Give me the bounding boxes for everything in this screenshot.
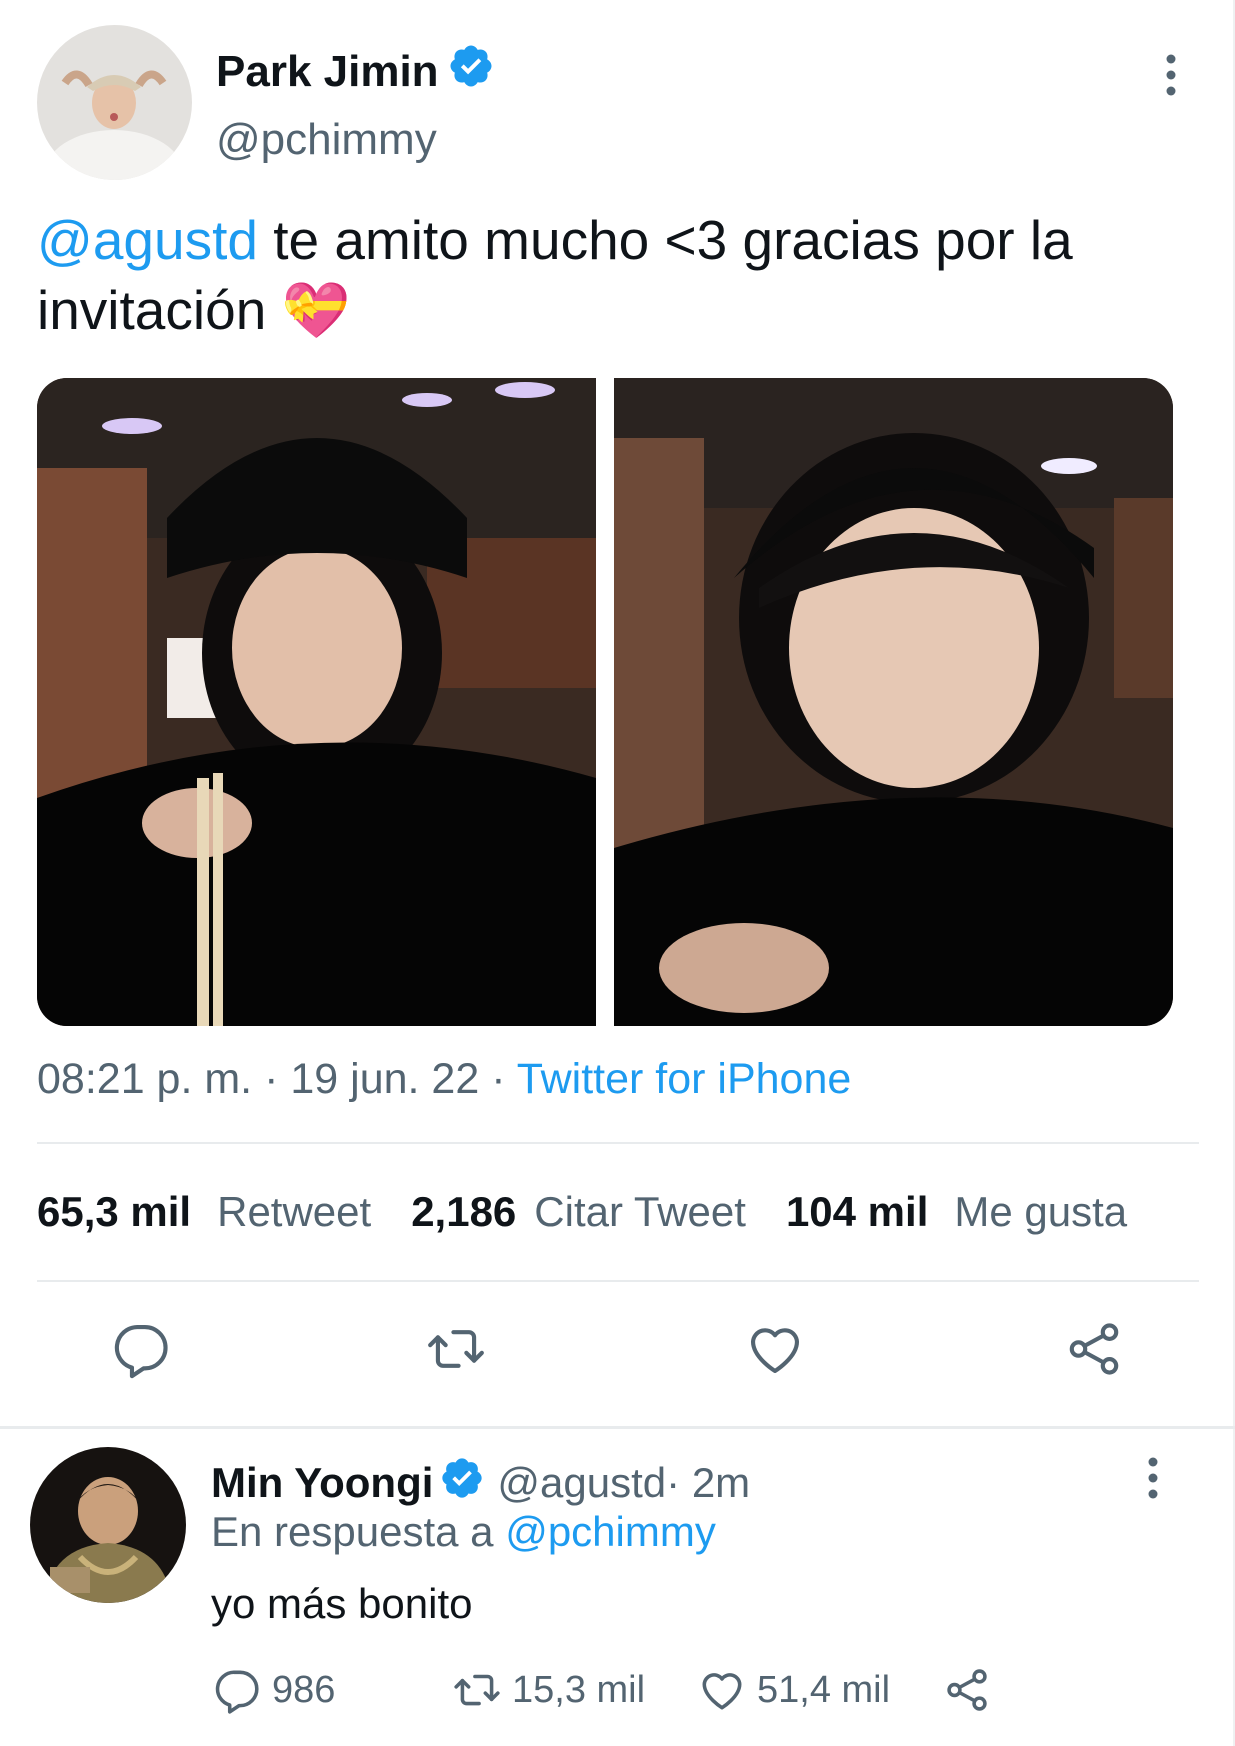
share-icon[interactable] <box>1063 1318 1125 1380</box>
reply-author-avatar[interactable] <box>30 1447 186 1603</box>
author-name-row[interactable]: Park Jimin <box>216 42 495 101</box>
in-reply-to-handle[interactable]: @pchimmy <box>505 1508 716 1555</box>
reply-retweet-button[interactable]: 15,3 mil <box>452 1665 645 1715</box>
tweet-stats: 65,3 mil Retweet 2,186 Citar Tweet 104 m… <box>37 1188 1127 1236</box>
retweet-icon <box>454 1674 500 1706</box>
in-reply-to-prefix: En respuesta a <box>211 1508 506 1555</box>
reply-action-bar: 986 15,3 mil 51,4 mil <box>0 1665 1235 1725</box>
share-icon <box>947 1669 987 1711</box>
in-reply-to: En respuesta a @pchimmy <box>211 1508 716 1556</box>
author-handle[interactable]: @pchimmy <box>216 115 437 165</box>
reply-share-button[interactable] <box>942 1665 1002 1715</box>
reply-like-button[interactable]: 51,4 mil <box>697 1665 890 1715</box>
quotes-count: 2,186 <box>411 1188 517 1235</box>
tweet-source-link[interactable]: Twitter for iPhone <box>517 1055 852 1103</box>
reply-author-name[interactable]: Min Yoongi <box>211 1459 433 1507</box>
meta-separator: · <box>252 1055 291 1103</box>
likes-label: Me gusta <box>954 1188 1128 1235</box>
reply-retweets-count: 15,3 mil <box>512 1668 646 1711</box>
heart-ribbon-emoji: 💝 <box>281 279 351 341</box>
reply-replies-count: 986 <box>272 1668 336 1711</box>
section-divider <box>0 1426 1235 1429</box>
retweets-label: Retweet <box>217 1188 372 1235</box>
retweets-count: 65,3 mil <box>37 1188 192 1235</box>
retweet-icon[interactable] <box>425 1318 487 1380</box>
more-options-icon[interactable] <box>1161 50 1181 100</box>
main-tweet: Park Jimin @pchimmy @agustd te amito muc… <box>0 0 1235 1428</box>
author-avatar[interactable] <box>37 25 192 180</box>
reply-icon <box>215 1670 259 1714</box>
meta-separator: · <box>479 1055 517 1103</box>
verified-badge-icon <box>439 1455 485 1511</box>
reply-author-handle[interactable]: @agustd <box>497 1459 666 1507</box>
tweet-media <box>37 378 1173 1026</box>
quotes-stat[interactable]: 2,186 Citar Tweet <box>411 1188 746 1236</box>
reply-likes-count: 51,4 mil <box>757 1668 891 1711</box>
verified-badge-icon <box>447 42 495 101</box>
divider <box>37 1280 1199 1282</box>
tweet-text: @agustd te amito mucho <3 gracias por la… <box>37 205 1197 345</box>
author-display-name[interactable]: Park Jimin <box>216 47 439 97</box>
tweet-action-bar <box>0 1318 1235 1388</box>
tweet-photo-1[interactable] <box>37 378 596 1026</box>
reply-reply-button[interactable]: 986 <box>212 1665 335 1715</box>
reply-time: · 2m <box>666 1459 751 1506</box>
tweet-meta: 08:21 p. m. · 19 jun. 22 · Twitter for i… <box>37 1055 851 1104</box>
tweet-photo-2[interactable] <box>614 378 1173 1026</box>
tweet-date: 19 jun. 22 <box>290 1055 480 1103</box>
reply-more-options-icon[interactable] <box>1143 1453 1163 1503</box>
like-icon <box>702 1673 742 1710</box>
tweet-time: 08:21 p. m. <box>37 1055 253 1103</box>
reply-icon[interactable] <box>110 1318 172 1380</box>
retweets-stat[interactable]: 65,3 mil Retweet <box>37 1188 371 1236</box>
tweet-mention-link[interactable]: @agustd <box>37 209 258 271</box>
reply-author-row: Min Yoongi @agustd · 2m <box>211 1455 750 1511</box>
quotes-label: Citar Tweet <box>534 1188 746 1235</box>
reply-text: yo más bonito <box>211 1580 473 1627</box>
likes-count: 104 mil <box>785 1188 929 1235</box>
divider <box>37 1142 1199 1144</box>
like-icon[interactable] <box>744 1318 806 1380</box>
likes-stat[interactable]: 104 mil Me gusta <box>786 1188 1127 1236</box>
